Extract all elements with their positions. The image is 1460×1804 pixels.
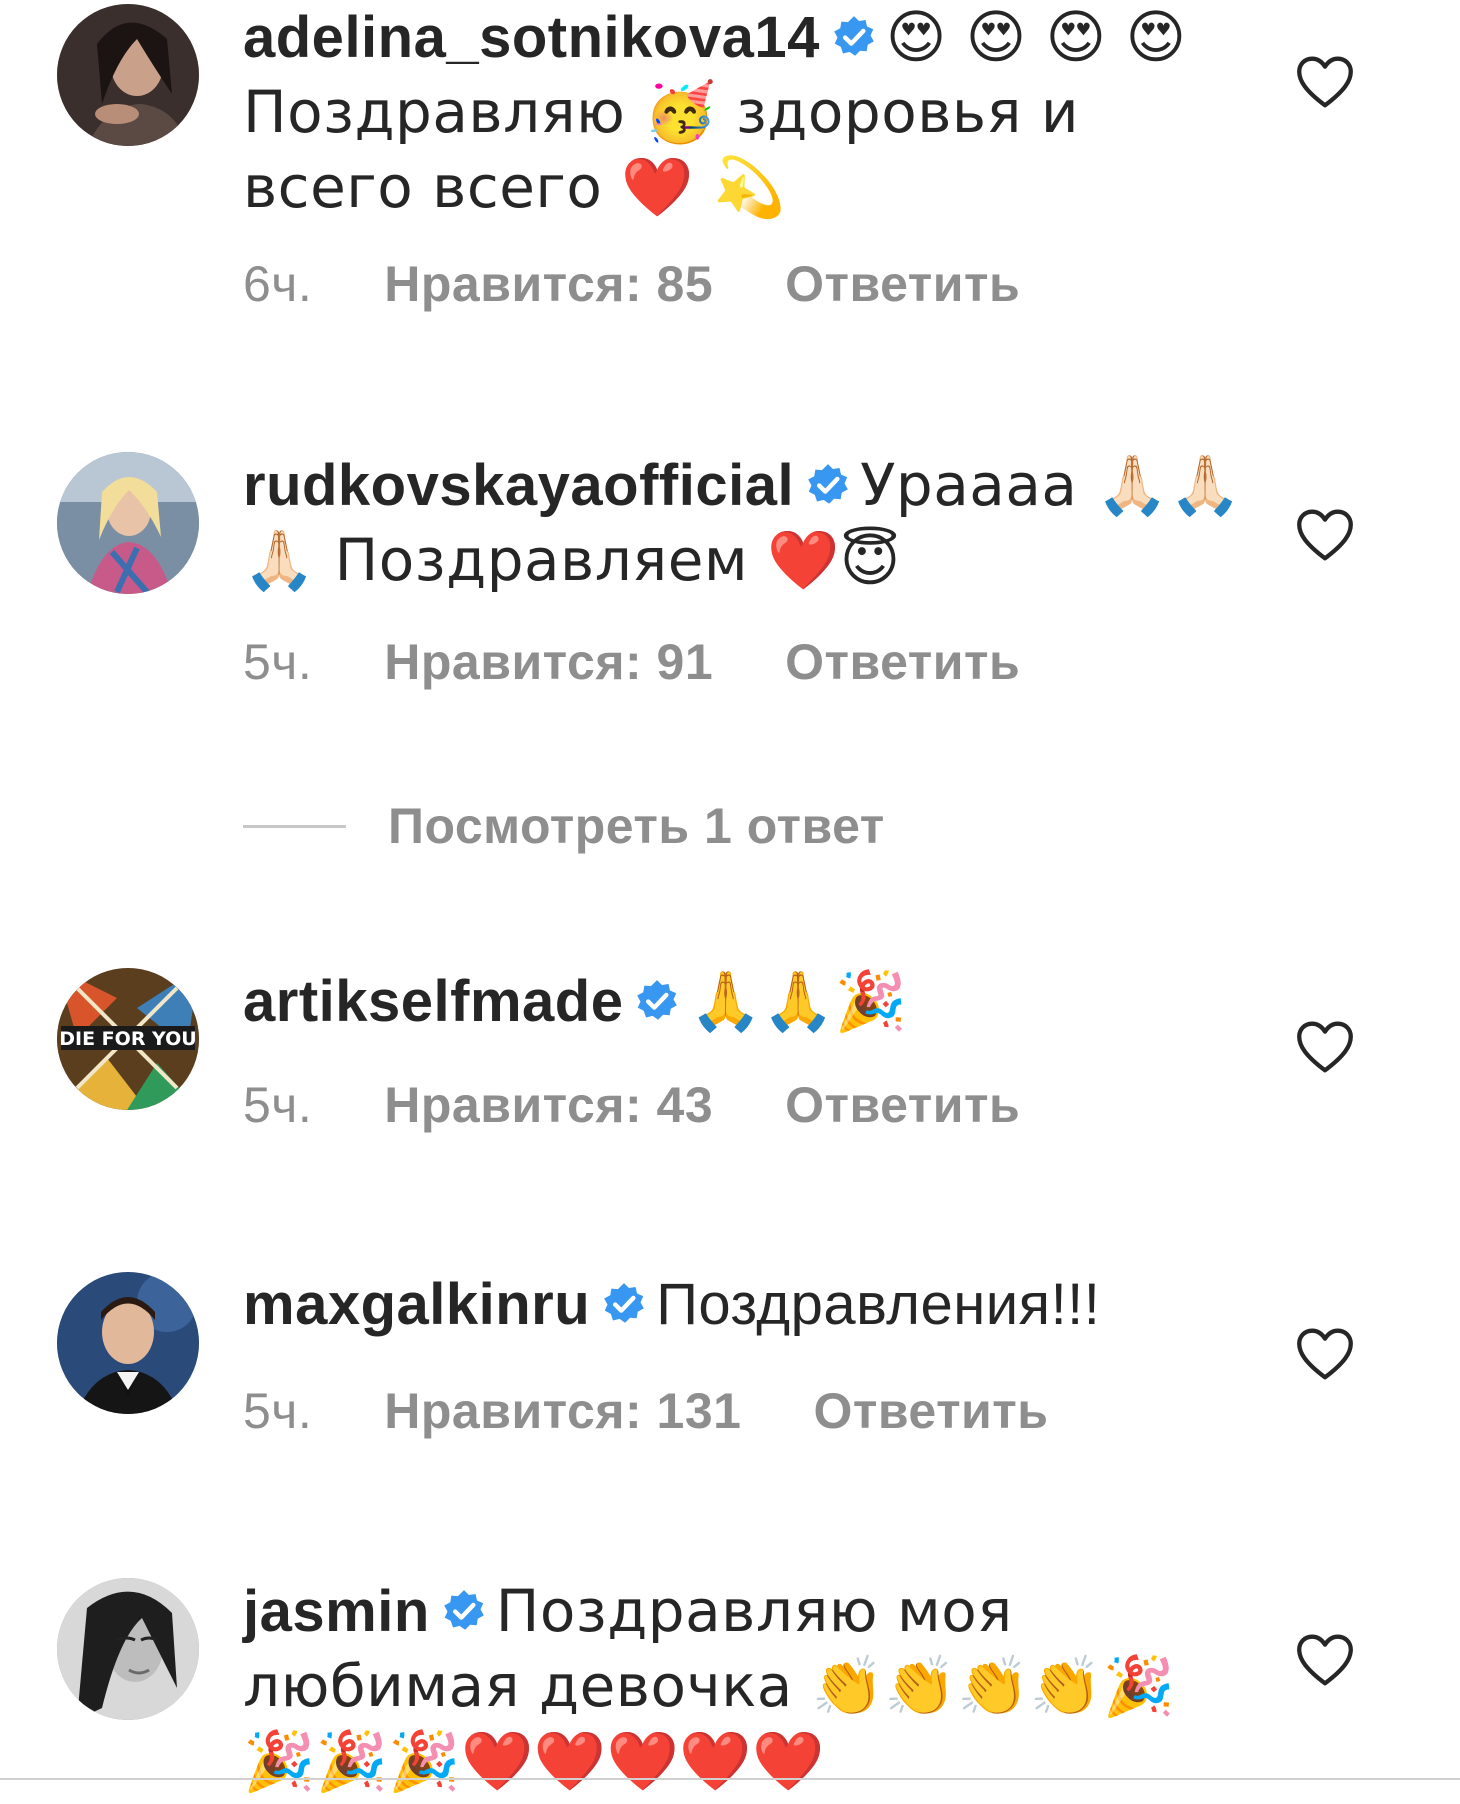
avatar[interactable]: DIE FOR YOU <box>57 968 199 1110</box>
comment-time: 5ч. <box>243 1077 313 1133</box>
heart-icon[interactable] <box>1295 1327 1355 1381</box>
comment-meta: 5ч. Нравится: 43 Ответить <box>243 1076 1020 1134</box>
comment-text-block: artikselfmade 🙏🙏🎉 <box>243 964 1243 1039</box>
comment-likes[interactable]: Нравится: 91 <box>384 634 713 690</box>
comment-meta: 5ч. Нравится: 131 Ответить <box>243 1382 1049 1440</box>
verified-badge-icon <box>834 16 874 56</box>
verified-badge-icon <box>443 1590 484 1630</box>
bottom-divider <box>0 1778 1460 1780</box>
heart-icon[interactable] <box>1295 1020 1355 1074</box>
comment-meta: 5ч. Нравится: 91 Ответить <box>243 633 1020 691</box>
comment-likes[interactable]: Нравится: 85 <box>384 256 713 312</box>
reply-button[interactable]: Ответить <box>785 634 1020 690</box>
heart-icon[interactable] <box>1295 55 1355 109</box>
comment-time: 5ч. <box>243 1383 313 1439</box>
avatar-die-for-you-logo-icon: DIE FOR YOU <box>57 968 199 1110</box>
comment-likes[interactable]: Нравится: 43 <box>384 1077 713 1133</box>
view-replies-label: Посмотреть 1 ответ <box>388 798 885 854</box>
avatar-woman-blonde-icon <box>57 452 199 594</box>
comment-text-block: rudkovskayaofficial Урaaaa 🙏🏻🙏🏻🙏🏻 Поздрав… <box>243 448 1243 598</box>
avatar-man-suit-icon <box>57 1272 199 1414</box>
comment-username[interactable]: maxgalkinru <box>243 1272 590 1337</box>
comment-username[interactable]: artikselfmade <box>243 969 623 1034</box>
avatar-woman-bw-icon <box>57 1578 199 1720</box>
comment-text-block: maxgalkinru Поздравления!!! <box>243 1268 1243 1342</box>
comment-text-block: adelina_sotnikova14 😍 😍 😍 😍 Поздравляю 🥳 … <box>243 0 1243 225</box>
comment-username[interactable]: adelina_sotnikova14 <box>243 5 820 70</box>
verified-badge-icon <box>808 464 848 504</box>
comment-meta: 6ч. Нравится: 85 Ответить <box>243 255 1020 313</box>
avatar[interactable] <box>57 4 199 146</box>
avatar[interactable] <box>57 1578 199 1720</box>
avatar-woman-dark-hair-icon <box>57 4 199 146</box>
verified-badge-icon <box>637 980 678 1020</box>
divider-line <box>243 824 346 828</box>
comment-username[interactable]: jasmin <box>243 1579 430 1644</box>
avatar[interactable] <box>57 452 199 594</box>
comments-list: adelina_sotnikova14 😍 😍 😍 😍 Поздравляю 🥳 … <box>0 0 1460 1804</box>
comment-username[interactable]: rudkovskayaofficial <box>243 453 794 518</box>
svg-text:DIE FOR YOU: DIE FOR YOU <box>59 1028 196 1050</box>
comment-text-block: jasmin Поздравляю моя любимая девочка 👏👏👏… <box>243 1574 1243 1799</box>
reply-button[interactable]: Ответить <box>785 256 1020 312</box>
comment-likes[interactable]: Нравится: 131 <box>384 1383 741 1439</box>
avatar[interactable] <box>57 1272 199 1414</box>
reply-button[interactable]: Ответить <box>785 1077 1020 1133</box>
comment-message: Поздравления!!! <box>656 1272 1101 1337</box>
comment-time: 6ч. <box>243 256 313 312</box>
comment-message: 🙏🙏🎉 <box>689 967 908 1035</box>
view-replies-button[interactable]: Посмотреть 1 ответ <box>243 796 885 856</box>
comment-time: 5ч. <box>243 634 313 690</box>
heart-icon[interactable] <box>1295 1633 1355 1687</box>
verified-badge-icon <box>604 1283 644 1323</box>
reply-button[interactable]: Ответить <box>813 1383 1048 1439</box>
heart-icon[interactable] <box>1295 508 1355 562</box>
